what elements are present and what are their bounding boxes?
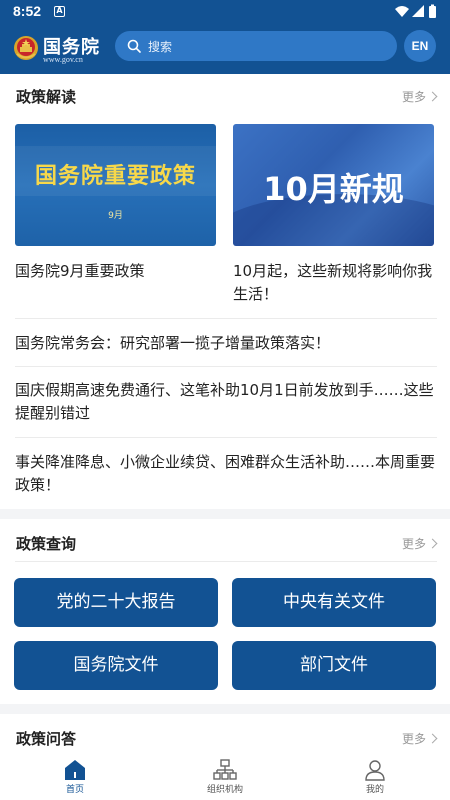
divider <box>15 561 437 562</box>
status-time: 8:52 <box>13 3 42 19</box>
nav-item-home[interactable]: 首页 <box>0 755 150 800</box>
card-image-title: 10月新规 <box>263 170 404 208</box>
section-gap <box>0 704 450 714</box>
query-button-department-docs[interactable]: 部门文件 <box>232 641 436 690</box>
query-button-central-docs[interactable]: 中央有关文件 <box>232 578 436 627</box>
chevron-right-icon <box>427 538 438 549</box>
section-title: 政策解读 <box>16 88 77 106</box>
bottom-navigation: 首页 组织机构 我的 <box>0 755 450 800</box>
profile-icon <box>365 760 385 781</box>
news-item[interactable]: 国务院常务会：研究部署一揽子增量政策落实！ <box>15 332 437 355</box>
home-icon <box>65 760 85 780</box>
chevron-right-icon <box>427 91 438 102</box>
more-label: 更多 <box>401 732 426 746</box>
section-header-query: 政策查询 更多 <box>0 521 450 561</box>
section-header-interpretation: 政策解读 更多 <box>0 74 450 114</box>
divider <box>15 366 437 367</box>
app-screen: 8:52 A 国务院 www.gov.cn 搜索 EN 政策解读 更多 国务院重… <box>0 0 450 800</box>
more-link[interactable]: 更多 <box>401 88 438 105</box>
nav-item-profile[interactable]: 我的 <box>300 755 450 800</box>
policy-card-image[interactable]: 国务院重要政策 9月 <box>15 124 216 246</box>
app-url: www.gov.cn <box>43 55 83 64</box>
news-item[interactable]: 国庆假期高速免费通行、这笔补助10月1日前发放到手……这些提醒别错过 <box>15 379 437 425</box>
section-header-qa: 政策问答 更多 <box>0 716 450 756</box>
org-chart-icon <box>213 759 237 780</box>
section-title: 政策查询 <box>16 535 77 553</box>
nav-label: 首页 <box>65 785 84 795</box>
search-bar[interactable]: 搜索 <box>115 31 397 61</box>
new-rules-card-image[interactable]: 10月新规 <box>233 124 434 246</box>
chevron-right-icon <box>427 733 438 744</box>
wifi-icon <box>395 6 409 17</box>
card-image-subtitle: 9月 <box>108 211 123 221</box>
more-link[interactable]: 更多 <box>401 535 438 552</box>
divider <box>15 437 437 438</box>
search-icon <box>127 39 141 53</box>
status-bar: 8:52 A <box>0 0 450 24</box>
national-emblem-icon <box>14 36 38 60</box>
system-status-icons <box>395 4 436 18</box>
news-item[interactable]: 事关降准降息、小微企业续贷、困难群众生活补助……本周重要政策！ <box>15 451 437 497</box>
battery-icon <box>429 6 436 18</box>
nav-label: 我的 <box>365 785 384 795</box>
signal-icon <box>412 5 424 17</box>
more-label: 更多 <box>401 90 426 104</box>
divider <box>15 318 437 319</box>
more-link[interactable]: 更多 <box>401 730 438 747</box>
more-label: 更多 <box>401 537 426 551</box>
section-gap <box>0 509 450 519</box>
search-placeholder: 搜索 <box>148 40 173 54</box>
query-button-party-report[interactable]: 党的二十大报告 <box>14 578 218 627</box>
language-toggle-button[interactable]: EN <box>404 30 436 62</box>
notification-icon: A <box>54 6 65 17</box>
app-header: 国务院 www.gov.cn 搜索 EN <box>0 24 450 74</box>
nav-item-organization[interactable]: 组织机构 <box>150 755 300 800</box>
card-caption[interactable]: 国务院9月重要政策 <box>15 260 220 283</box>
query-button-state-council-docs[interactable]: 国务院文件 <box>14 641 218 690</box>
card-image-title: 国务院重要政策 <box>34 164 196 189</box>
nav-label: 组织机构 <box>206 785 243 795</box>
card-caption[interactable]: 10月起，这些新规将影响你我生活！ <box>233 260 438 306</box>
section-title: 政策问答 <box>16 730 77 748</box>
